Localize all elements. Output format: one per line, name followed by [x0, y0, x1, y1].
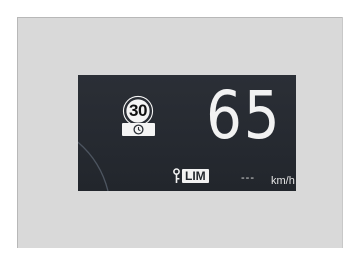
- limiter-key-icon: [173, 168, 180, 183]
- set-speed-value: ---: [241, 172, 255, 184]
- current-speed-value: 65: [206, 77, 282, 154]
- speed-limit-time-tab: [122, 123, 155, 136]
- current-speed: 65: [206, 79, 286, 153]
- limiter-indicator: LIM: [172, 168, 209, 184]
- speed-unit: km/h: [271, 175, 295, 187]
- frame-border-right: [342, 17, 343, 248]
- frame-border-top: [17, 17, 343, 18]
- frame-border-left: [17, 17, 18, 248]
- limiter-label: LIM: [182, 169, 209, 183]
- instrument-display: 30 65 LIM --- km/h: [78, 75, 296, 191]
- clock-icon: [133, 124, 144, 135]
